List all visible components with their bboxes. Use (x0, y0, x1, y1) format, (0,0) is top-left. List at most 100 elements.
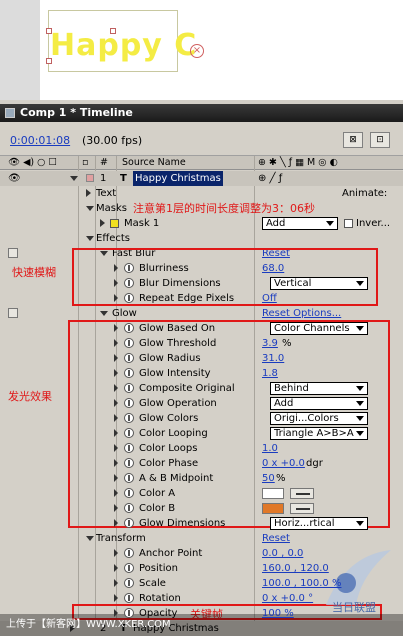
expand-triangle-icon[interactable] (114, 456, 122, 471)
stopwatch-icon[interactable] (124, 503, 134, 513)
property-value[interactable]: 1.0 (262, 441, 278, 456)
stopwatch-icon[interactable] (124, 323, 134, 333)
stopwatch-icon[interactable] (124, 458, 134, 468)
property-dropdown[interactable]: Behind (270, 382, 368, 395)
transform-property-row[interactable]: Position 160.0 , 120.0 (0, 561, 403, 576)
transform-property-row[interactable]: Opacity 100 % (0, 606, 403, 621)
transform-row[interactable]: Transform Reset (0, 531, 403, 546)
property-dropdown[interactable]: Origi...Colors (270, 412, 368, 425)
property-value[interactable]: 31.0 (262, 351, 284, 366)
expand-triangle-icon[interactable] (100, 306, 112, 321)
mask1-row[interactable]: Mask 1 Add Inver... (0, 216, 403, 231)
effect-toggle[interactable] (8, 248, 18, 258)
layer-handle[interactable] (110, 28, 116, 34)
expand-triangle-icon[interactable] (114, 321, 122, 336)
transform-property-row[interactable]: Scale 100.0 , 100.0 % (0, 576, 403, 591)
glow-property-row[interactable]: Glow Dimensions Horiz...rtical (0, 516, 403, 531)
stopwatch-icon[interactable] (124, 473, 134, 483)
fast_blur-property-row[interactable]: Blur Dimensions Vertical (0, 276, 403, 291)
expand-triangle-icon[interactable] (100, 216, 109, 231)
expand-triangle-icon[interactable] (114, 261, 122, 276)
layer-switches[interactable]: ⊕ ╱ ƒ (258, 171, 282, 186)
expand-triangle-icon[interactable] (114, 381, 122, 396)
glow-property-row[interactable]: Glow Radius 31.0 (0, 351, 403, 366)
property-value[interactable]: 0 x +0.0 ° (262, 591, 313, 606)
comp-button[interactable]: ⊡ (370, 132, 390, 148)
property-value[interactable]: 0 x +0.0 (262, 456, 305, 471)
transform-property-row[interactable]: Anchor Point 0.0 , 0.0 (0, 546, 403, 561)
stopwatch-icon[interactable] (124, 383, 134, 393)
eyedropper-icon[interactable] (290, 488, 314, 499)
stopwatch-icon[interactable] (124, 593, 134, 603)
masks-row[interactable]: Masks 注意第1层的时间长度调整为3：06秒 (0, 201, 403, 216)
glow-property-row[interactable]: Glow Colors Origi...Colors (0, 411, 403, 426)
expand-triangle-icon[interactable] (114, 606, 122, 621)
glow-property-row[interactable]: Color B (0, 501, 403, 516)
glow-property-row[interactable]: Glow Operation Add (0, 396, 403, 411)
property-dropdown[interactable]: Triangle A>B>A (270, 427, 368, 440)
glow-property-row[interactable]: Composite Original Behind (0, 381, 403, 396)
expand-triangle-icon[interactable] (114, 546, 122, 561)
stopwatch-icon[interactable] (124, 563, 134, 573)
stopwatch-icon[interactable] (124, 293, 134, 303)
property-dropdown[interactable]: Add (270, 397, 368, 410)
fast_blur-property-row[interactable]: Repeat Edge Pixels Off (0, 291, 403, 306)
property-value[interactable]: 68.0 (262, 261, 284, 276)
stopwatch-icon[interactable] (124, 398, 134, 408)
expand-triangle-icon[interactable] (114, 291, 122, 306)
animate-menu[interactable]: Animate: (342, 186, 387, 201)
transform-property-row[interactable]: Rotation 0 x +0.0 ° (0, 591, 403, 606)
color-swatch[interactable] (262, 503, 284, 514)
color-swatch[interactable] (262, 488, 284, 499)
fast_blur-property-row[interactable]: Blurriness 68.0 (0, 261, 403, 276)
glow-row[interactable]: Glow Reset Options... (0, 306, 403, 321)
stopwatch-icon[interactable] (124, 488, 134, 498)
text-group-row[interactable]: Text Animate: (0, 186, 403, 201)
property-dropdown[interactable]: Vertical (270, 277, 368, 290)
glow-property-row[interactable]: Glow Based On Color Channels (0, 321, 403, 336)
comp-flowchart-button[interactable]: ⊠ (343, 132, 363, 148)
glow-property-row[interactable]: Glow Threshold 3.9% (0, 336, 403, 351)
current-time[interactable]: 0:00:01:08 (10, 134, 70, 147)
stopwatch-icon[interactable] (124, 548, 134, 558)
property-value[interactable]: Off (262, 291, 277, 306)
property-dropdown[interactable]: Horiz...rtical (270, 517, 368, 530)
glow-reset-options[interactable]: Reset Options... (262, 306, 341, 321)
expand-triangle-icon[interactable] (114, 591, 122, 606)
layer-handle[interactable] (46, 28, 52, 34)
expand-triangle-icon[interactable] (114, 351, 122, 366)
glow-property-row[interactable]: A & B Midpoint 50% (0, 471, 403, 486)
property-value[interactable]: 1.8 (262, 366, 278, 381)
layer-row[interactable]: 👁 1 T Happy Christmas ⊕ ╱ ƒ (0, 171, 403, 186)
mask-color-swatch[interactable] (110, 219, 119, 228)
expand-triangle-icon[interactable] (70, 171, 82, 186)
glow-property-row[interactable]: Color Loops 1.0 (0, 441, 403, 456)
property-value[interactable]: 3.9 (262, 336, 278, 351)
expand-triangle-icon[interactable] (114, 561, 122, 576)
stopwatch-icon[interactable] (124, 278, 134, 288)
transform-reset[interactable]: Reset (262, 531, 290, 546)
stopwatch-icon[interactable] (124, 428, 134, 438)
property-value[interactable]: 100 % (262, 606, 294, 621)
property-value[interactable]: 160.0 , 120.0 (262, 561, 329, 576)
expand-triangle-icon[interactable] (114, 366, 122, 381)
stopwatch-icon[interactable] (124, 413, 134, 423)
glow-property-row[interactable]: Glow Intensity 1.8 (0, 366, 403, 381)
glow-property-row[interactable]: Color Phase 0 x +0.0 dgr (0, 456, 403, 471)
expand-triangle-icon[interactable] (114, 501, 122, 516)
source-name-header[interactable]: Source Name (122, 156, 186, 170)
visibility-icon[interactable]: 👁 (8, 171, 21, 186)
stopwatch-icon[interactable] (124, 578, 134, 588)
expand-triangle-icon[interactable] (114, 336, 122, 351)
expand-triangle-icon[interactable] (114, 441, 122, 456)
expand-triangle-icon[interactable] (86, 186, 95, 201)
expand-triangle-icon[interactable] (114, 486, 122, 501)
stopwatch-icon[interactable] (124, 353, 134, 363)
stopwatch-icon[interactable] (124, 608, 134, 618)
stopwatch-icon[interactable] (124, 338, 134, 348)
anchor-point-icon[interactable]: × (190, 44, 204, 58)
expand-triangle-icon[interactable] (114, 426, 122, 441)
mask-mode-dropdown[interactable]: Add (262, 217, 338, 230)
glow-property-row[interactable]: Color Looping Triangle A>B>A (0, 426, 403, 441)
expand-triangle-icon[interactable] (114, 516, 122, 531)
